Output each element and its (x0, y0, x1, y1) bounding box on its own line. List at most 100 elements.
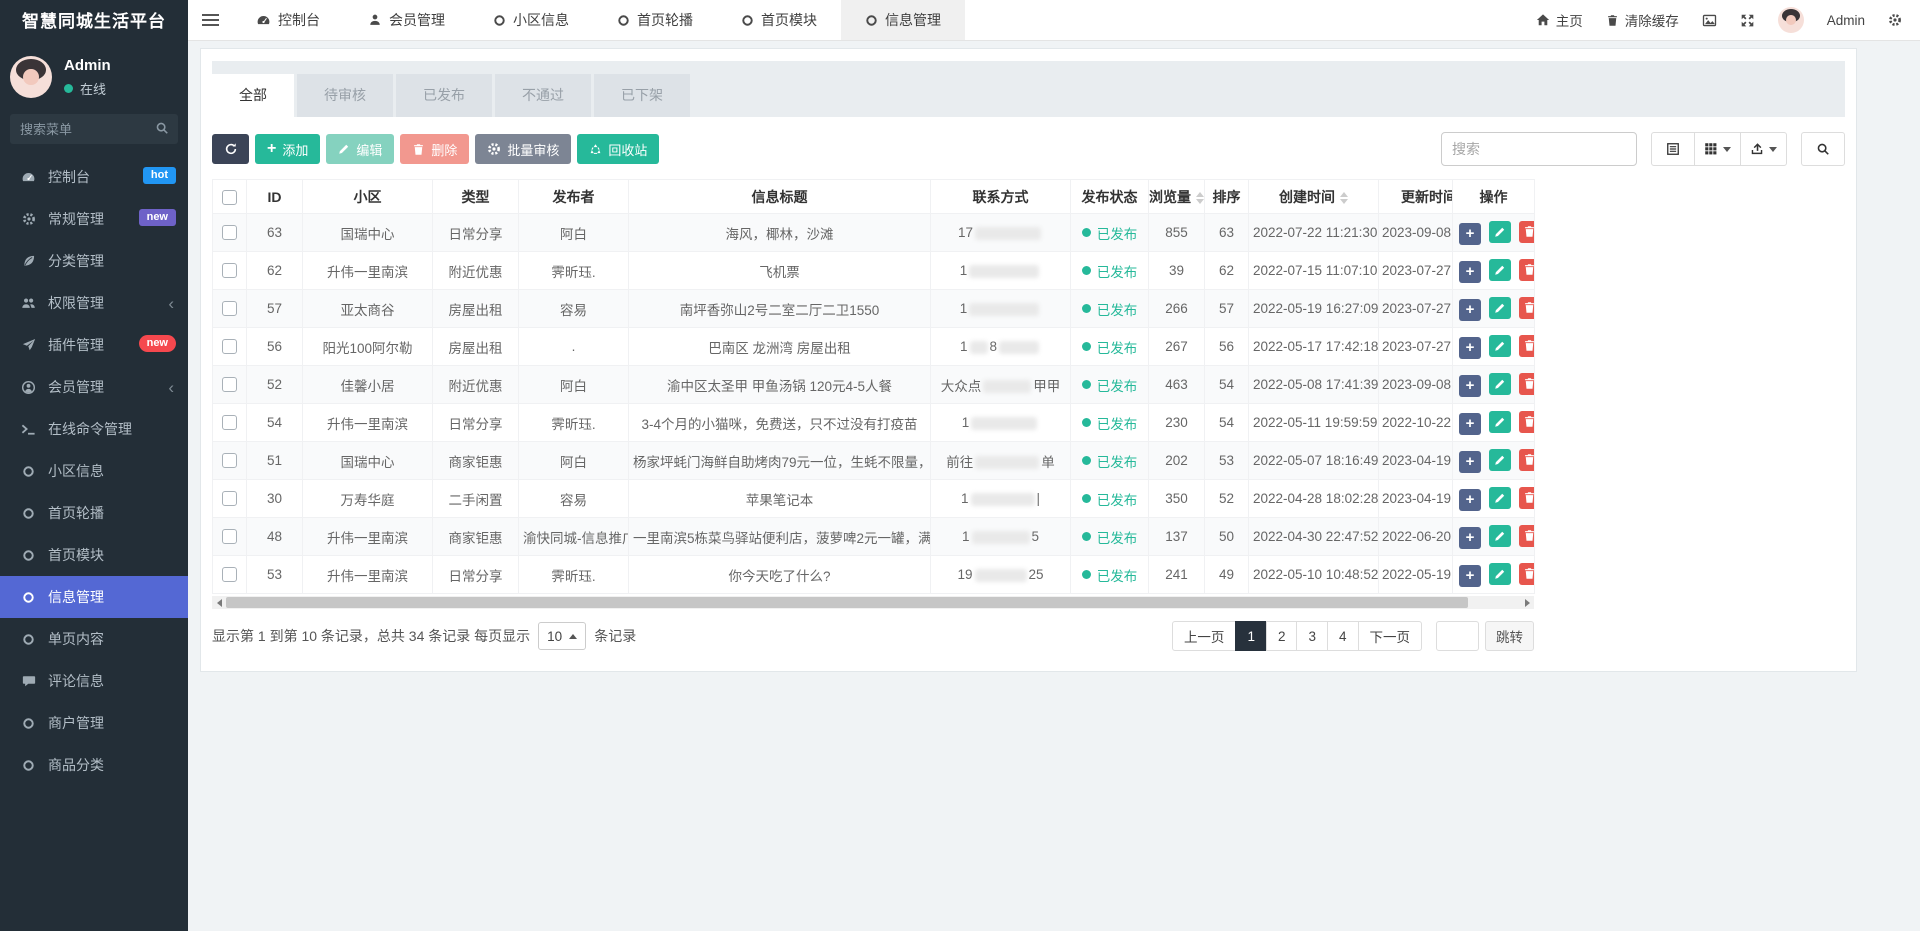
filter-tab-已发布[interactable]: 已发布 (396, 74, 492, 117)
sidebar-item-在线命令管理[interactable]: 在线命令管理 (0, 408, 188, 450)
row-detail-button[interactable]: + (1459, 451, 1481, 473)
column-header-创建时间[interactable]: 创建时间 (1249, 180, 1379, 214)
page-button-1[interactable]: 1 (1235, 621, 1267, 651)
row-detail-button[interactable]: + (1459, 337, 1481, 359)
sidebar-item-权限管理[interactable]: 权限管理 ‹ (0, 282, 188, 324)
select-all-checkbox[interactable] (222, 190, 237, 205)
row-delete-button[interactable] (1519, 297, 1535, 319)
filter-tab-已下架[interactable]: 已下架 (594, 74, 690, 117)
delete-button[interactable]: 删除 (400, 134, 469, 164)
scroll-left-arrow[interactable] (212, 596, 226, 609)
navbar-tab-首页模块[interactable]: 首页模块 (717, 0, 841, 40)
navbar-avatar[interactable] (1778, 7, 1804, 33)
fullscreen-button[interactable] (1740, 13, 1755, 28)
filter-tab-不通过[interactable]: 不通过 (495, 74, 591, 117)
home-link[interactable]: 主页 (1536, 10, 1583, 30)
row-detail-button[interactable]: + (1459, 223, 1481, 245)
row-edit-button[interactable] (1489, 259, 1511, 281)
row-edit-button[interactable] (1489, 335, 1511, 357)
page-size-select[interactable]: 10 (538, 622, 586, 650)
next-page-button[interactable]: 下一页 (1358, 621, 1423, 651)
row-delete-button[interactable] (1519, 373, 1535, 395)
screenshot-button[interactable] (1702, 13, 1717, 28)
row-checkbox[interactable] (222, 225, 237, 240)
sort-icon[interactable] (1196, 192, 1204, 204)
column-header-浏览量[interactable]: 浏览量 (1149, 180, 1205, 214)
detail-view-button[interactable] (1651, 132, 1695, 166)
navbar-tab-信息管理[interactable]: 信息管理 (841, 0, 965, 40)
sidebar-item-常规管理[interactable]: 常规管理 new (0, 198, 188, 240)
row-checkbox[interactable] (222, 453, 237, 468)
sidebar-item-评论信息[interactable]: 评论信息 (0, 660, 188, 702)
settings-button[interactable] (1888, 13, 1902, 27)
row-checkbox[interactable] (222, 263, 237, 278)
page-button-3[interactable]: 3 (1296, 621, 1328, 651)
row-edit-button[interactable] (1489, 525, 1511, 547)
row-detail-button[interactable]: + (1459, 489, 1481, 511)
recycle-button[interactable]: 回收站 (577, 134, 659, 164)
search-submit-button[interactable] (1801, 132, 1845, 166)
user-avatar[interactable] (10, 56, 52, 98)
row-delete-button[interactable] (1519, 221, 1535, 243)
sidebar-item-会员管理[interactable]: 会员管理 ‹ (0, 366, 188, 408)
row-detail-button[interactable]: + (1459, 299, 1481, 321)
navbar-username[interactable]: Admin (1827, 13, 1865, 28)
refresh-button[interactable] (212, 134, 249, 164)
scroll-right-arrow[interactable] (1520, 596, 1534, 609)
row-detail-button[interactable]: + (1459, 261, 1481, 283)
page-button-4[interactable]: 4 (1327, 621, 1359, 651)
row-checkbox[interactable] (222, 377, 237, 392)
row-edit-button[interactable] (1489, 487, 1511, 509)
page-button-2[interactable]: 2 (1266, 621, 1298, 651)
sidebar-item-首页轮播[interactable]: 首页轮播 (0, 492, 188, 534)
edit-button[interactable]: 编辑 (326, 134, 394, 164)
navbar-tab-控制台[interactable]: 控制台 (232, 0, 344, 40)
prev-page-button[interactable]: 上一页 (1172, 621, 1237, 651)
batch-audit-button[interactable]: 批量审核 (475, 134, 571, 164)
row-edit-button[interactable] (1489, 221, 1511, 243)
row-checkbox[interactable] (222, 567, 237, 582)
export-button[interactable] (1740, 132, 1787, 166)
sidebar-item-分类管理[interactable]: 分类管理 (0, 240, 188, 282)
row-delete-button[interactable] (1519, 563, 1535, 585)
sidebar-item-商品分类[interactable]: 商品分类 (0, 744, 188, 786)
sidebar-item-插件管理[interactable]: 插件管理 new (0, 324, 188, 366)
navbar-tab-会员管理[interactable]: 会员管理 (344, 0, 469, 40)
hamburger-icon[interactable] (188, 0, 232, 40)
sidebar-item-首页模块[interactable]: 首页模块 (0, 534, 188, 576)
scrollbar-thumb[interactable] (226, 597, 1468, 608)
add-button[interactable]: + 添加 (255, 134, 320, 164)
filter-tab-待审核[interactable]: 待审核 (297, 74, 393, 117)
row-delete-button[interactable] (1519, 525, 1535, 547)
row-delete-button[interactable] (1519, 449, 1535, 471)
page-jump-button[interactable]: 跳转 (1485, 621, 1534, 651)
row-checkbox[interactable] (222, 491, 237, 506)
row-delete-button[interactable] (1519, 335, 1535, 357)
row-detail-button[interactable]: + (1459, 527, 1481, 549)
row-checkbox[interactable] (222, 415, 237, 430)
table-search-input[interactable] (1441, 132, 1637, 166)
row-detail-button[interactable]: + (1459, 413, 1481, 435)
row-detail-button[interactable]: + (1459, 375, 1481, 397)
row-edit-button[interactable] (1489, 373, 1511, 395)
row-delete-button[interactable] (1519, 487, 1535, 509)
sidebar-item-控制台[interactable]: 控制台 hot (0, 156, 188, 198)
columns-button[interactable] (1694, 132, 1741, 166)
row-edit-button[interactable] (1489, 297, 1511, 319)
sort-icon[interactable] (1340, 192, 1348, 204)
navbar-tab-小区信息[interactable]: 小区信息 (469, 0, 593, 40)
sidebar-item-商户管理[interactable]: 商户管理 (0, 702, 188, 744)
horizontal-scrollbar[interactable] (212, 596, 1534, 609)
navbar-tab-首页轮播[interactable]: 首页轮播 (593, 0, 717, 40)
row-delete-button[interactable] (1519, 259, 1535, 281)
sidebar-item-单页内容[interactable]: 单页内容 (0, 618, 188, 660)
row-delete-button[interactable] (1519, 411, 1535, 433)
clear-cache-link[interactable]: 清除缓存 (1606, 10, 1679, 30)
page-jump-input[interactable] (1436, 621, 1479, 651)
row-edit-button[interactable] (1489, 563, 1511, 585)
row-checkbox[interactable] (222, 301, 237, 316)
filter-tab-全部[interactable]: 全部 (212, 74, 294, 117)
sidebar-search-input[interactable] (10, 114, 178, 144)
row-edit-button[interactable] (1489, 449, 1511, 471)
row-checkbox[interactable] (222, 339, 237, 354)
